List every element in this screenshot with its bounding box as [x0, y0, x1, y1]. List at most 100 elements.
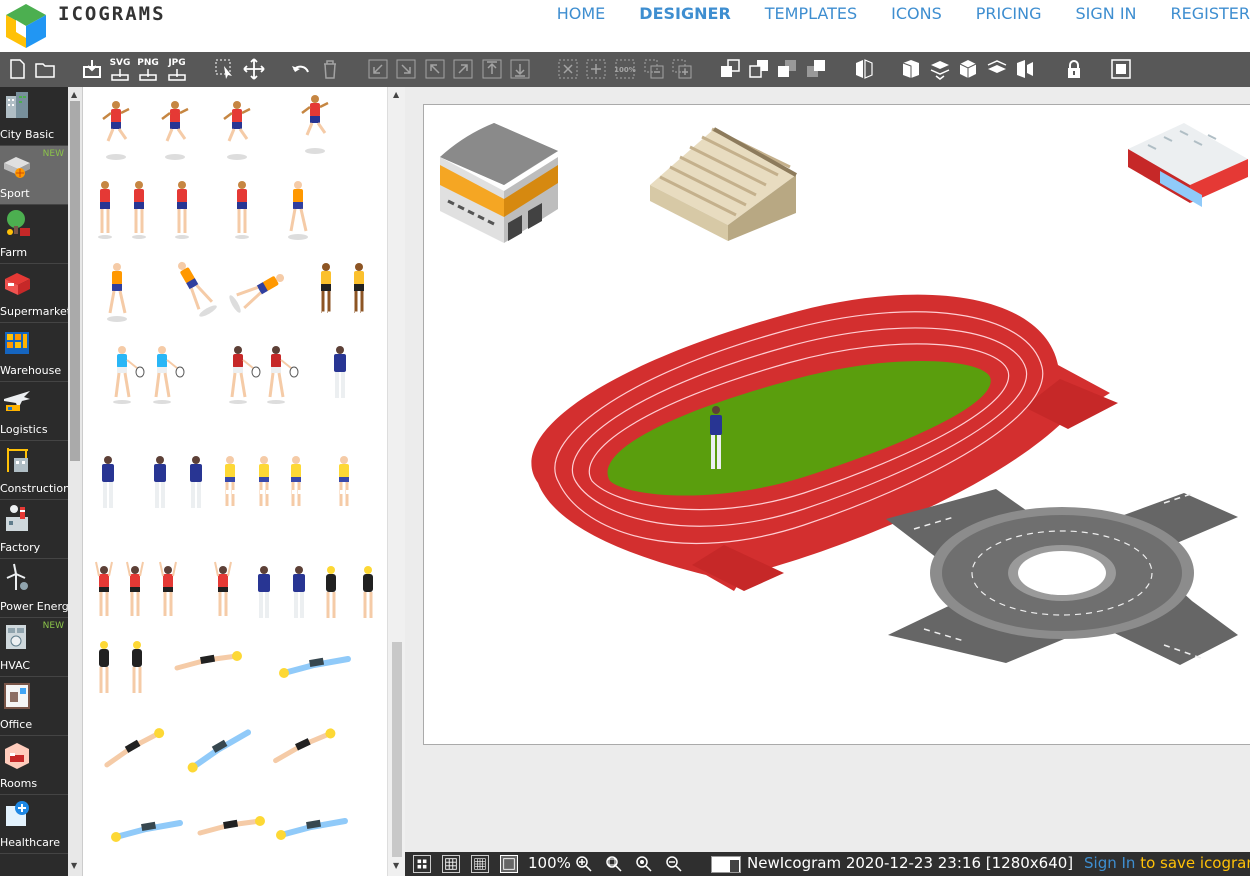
nav-sign-in[interactable]: SIGN IN — [1041, 4, 1136, 23]
category-healthcare[interactable]: Healthcare — [0, 795, 68, 854]
rotate-down-icon[interactable] — [929, 58, 951, 80]
flip-icon[interactable] — [853, 58, 875, 80]
scroll-thumb[interactable] — [392, 642, 402, 857]
swimmer-icon[interactable] — [279, 658, 348, 678]
category-construction[interactable]: Construction — [0, 441, 68, 500]
category-office[interactable]: Office — [0, 677, 68, 736]
align-top-left-icon[interactable] — [424, 58, 446, 80]
athlete-icon[interactable] — [352, 261, 366, 315]
layer-back-icon[interactable] — [805, 58, 827, 80]
roundabout-road-icon[interactable] — [886, 489, 1238, 665]
athlete-icon[interactable] — [173, 179, 191, 241]
nav-templates[interactable]: TEMPLATES — [731, 4, 857, 23]
volleyball-player-icon[interactable] — [223, 454, 237, 508]
scroll-down-icon[interactable]: ▼ — [393, 861, 399, 870]
zoom-100-button[interactable]: 100% — [614, 58, 636, 80]
tennis-player-icon[interactable] — [111, 344, 146, 406]
runner-icon[interactable] — [105, 261, 129, 324]
export-svg-button[interactable]: SVG — [109, 58, 131, 81]
background-icon[interactable] — [1110, 58, 1132, 80]
export-jpg-button[interactable]: JPG — [166, 58, 188, 81]
runner-icon[interactable] — [300, 93, 330, 156]
grid-medium-icon[interactable] — [442, 855, 460, 873]
send-to-back-icon[interactable] — [509, 58, 531, 80]
move-tool-icon[interactable] — [243, 58, 265, 80]
palette-scrollbar[interactable]: ▲ ▼ — [387, 87, 405, 876]
zoom-reset-icon[interactable] — [635, 855, 653, 873]
document-name[interactable]: NewIcogram 2020-12-23 23:16 [1280x640] — [747, 854, 1073, 872]
category-rooms[interactable]: Rooms — [0, 736, 68, 795]
bleachers-icon[interactable] — [650, 127, 797, 241]
category-hvac[interactable]: NEW HVAC — [0, 618, 68, 677]
swimmer-standing-icon[interactable] — [361, 564, 375, 620]
coach-icon[interactable] — [291, 564, 307, 620]
nav-register[interactable]: REGISTER — [1137, 4, 1250, 23]
volleyball-player-icon[interactable] — [125, 560, 145, 618]
delete-icon[interactable] — [319, 58, 341, 80]
open-folder-icon[interactable] — [34, 58, 56, 80]
referee-icon[interactable] — [188, 454, 204, 510]
scroll-up-icon[interactable]: ▲ — [71, 90, 77, 99]
swimmer-icon[interactable] — [177, 651, 242, 668]
volleyball-player-icon[interactable] — [289, 454, 303, 508]
category-power-energy[interactable]: Power Energy — [0, 559, 68, 618]
scroll-up-icon[interactable]: ▲ — [393, 90, 399, 99]
rotate-up-icon[interactable] — [957, 58, 979, 80]
category-factory[interactable]: Factory — [0, 500, 68, 559]
export-png-button[interactable]: PNG — [137, 58, 159, 81]
grid-large-icon[interactable] — [413, 855, 431, 873]
swimmer-icon[interactable] — [101, 727, 168, 765]
nav-designer[interactable]: DESIGNER — [605, 4, 730, 23]
volleyball-player-icon[interactable] — [257, 454, 271, 508]
group-icon[interactable] — [671, 58, 693, 80]
align-bottom-left-icon[interactable] — [367, 58, 389, 80]
tennis-player-icon[interactable] — [265, 344, 300, 406]
zoom-fit-icon[interactable] — [557, 58, 579, 80]
runner-icon[interactable] — [101, 99, 131, 162]
tennis-player-icon[interactable] — [227, 344, 262, 406]
zoom-in-area-icon[interactable] — [585, 58, 607, 80]
logo-text[interactable]: ICOGRAMS — [58, 3, 166, 25]
new-file-icon[interactable] — [6, 58, 28, 80]
nav-icons[interactable]: ICONS — [857, 4, 942, 23]
category-farm[interactable]: Farm — [0, 205, 68, 264]
zoom-fit-icon[interactable] — [605, 855, 623, 873]
swimmer-icon[interactable] — [183, 731, 255, 774]
athlete-icon[interactable] — [286, 179, 310, 242]
category-city-basic[interactable]: City Basic — [0, 87, 68, 146]
jumper-icon[interactable] — [225, 265, 291, 316]
align-bottom-right-icon[interactable] — [395, 58, 417, 80]
category-scrollbar[interactable]: ▲ ▼ — [68, 87, 82, 876]
swimmer-standing-icon[interactable] — [130, 639, 144, 695]
ungroup-icon[interactable] — [643, 58, 665, 80]
athlete-icon[interactable] — [319, 261, 333, 315]
swimmer-icon[interactable] — [111, 822, 180, 842]
bring-to-front-icon[interactable] — [481, 58, 503, 80]
zoom-in-icon[interactable] — [575, 855, 593, 873]
swimmer-standing-icon[interactable] — [97, 639, 111, 695]
align-top-right-icon[interactable] — [452, 58, 474, 80]
rotate-right-icon[interactable] — [986, 58, 1008, 80]
category-logistics[interactable]: Logistics — [0, 382, 68, 441]
swimmer-icon[interactable] — [200, 816, 265, 833]
layer-front-icon[interactable] — [776, 58, 798, 80]
jumper-icon[interactable] — [169, 255, 220, 321]
volleyball-player-icon[interactable] — [213, 560, 233, 618]
athlete-icon[interactable] — [233, 179, 251, 241]
nav-pricing[interactable]: PRICING — [942, 4, 1042, 23]
grid-none-icon[interactable] — [500, 855, 518, 873]
tennis-player-icon[interactable] — [151, 344, 186, 406]
swimmer-icon[interactable] — [276, 820, 345, 840]
layer-forward-icon[interactable] — [719, 58, 741, 80]
athlete-icon[interactable] — [130, 179, 148, 241]
rotate-left-icon[interactable] — [900, 58, 922, 80]
swimmer-icon[interactable] — [271, 727, 338, 760]
undo-icon[interactable] — [290, 58, 312, 80]
zoom-out-icon[interactable] — [665, 855, 683, 873]
volleyball-player-icon[interactable] — [94, 560, 114, 618]
referee-icon[interactable] — [332, 344, 348, 400]
swimmer-standing-icon[interactable] — [324, 564, 338, 620]
sports-hall-icon[interactable] — [1128, 123, 1248, 207]
drawing-canvas[interactable] — [423, 104, 1250, 745]
coach-icon[interactable] — [256, 564, 272, 620]
